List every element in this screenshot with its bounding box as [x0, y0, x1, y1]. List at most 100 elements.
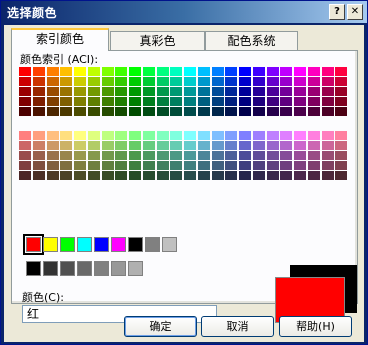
aci-color-cell[interactable] — [335, 87, 348, 96]
aci-color-cell[interactable] — [280, 107, 293, 116]
aci-color-cell[interactable] — [252, 97, 265, 106]
aci-color-cell[interactable] — [294, 87, 306, 96]
aci-color-cell[interactable] — [266, 171, 279, 180]
aci-color-cell[interactable] — [129, 77, 141, 86]
aci-color-cell[interactable] — [280, 67, 293, 76]
aci-color-cell[interactable] — [335, 151, 348, 160]
standard-color-cell[interactable] — [145, 237, 160, 252]
aci-color-cell[interactable] — [74, 77, 86, 86]
aci-color-cell[interactable] — [197, 131, 210, 140]
aci-color-cell[interactable] — [115, 97, 128, 106]
ok-button[interactable]: 确定 — [124, 316, 197, 337]
aci-color-cell[interactable] — [60, 131, 73, 140]
aci-color-cell[interactable] — [321, 107, 334, 116]
aci-color-cell[interactable] — [211, 77, 224, 86]
standard-color-cell[interactable] — [43, 237, 58, 252]
aci-color-cell[interactable] — [239, 87, 251, 96]
aci-color-cell[interactable] — [266, 107, 279, 116]
aci-color-cell[interactable] — [19, 97, 31, 106]
aci-color-cell[interactable] — [156, 161, 169, 170]
aci-color-cell[interactable] — [266, 77, 279, 86]
aci-color-cell[interactable] — [170, 87, 183, 96]
aci-color-cell[interactable] — [307, 87, 320, 96]
aci-color-cell[interactable] — [142, 151, 155, 160]
aci-color-cell[interactable] — [46, 67, 59, 76]
aci-color-cell[interactable] — [19, 131, 31, 140]
aci-color-cell[interactable] — [129, 161, 141, 170]
aci-color-cell[interactable] — [294, 131, 306, 140]
aci-color-cell[interactable] — [239, 77, 251, 86]
aci-color-cell[interactable] — [101, 161, 114, 170]
aci-color-cell[interactable] — [280, 77, 293, 86]
aci-color-cell[interactable] — [335, 141, 348, 150]
aci-color-cell[interactable] — [156, 141, 169, 150]
aci-color-cell[interactable] — [184, 151, 196, 160]
aci-color-cell[interactable] — [142, 161, 155, 170]
aci-color-cell[interactable] — [19, 107, 31, 116]
aci-color-cell[interactable] — [115, 171, 128, 180]
aci-color-cell[interactable] — [307, 97, 320, 106]
aci-color-cell[interactable] — [129, 141, 141, 150]
aci-color-cell[interactable] — [266, 151, 279, 160]
aci-color-cell[interactable] — [101, 87, 114, 96]
aci-color-cell[interactable] — [294, 141, 306, 150]
aci-color-cell[interactable] — [280, 151, 293, 160]
aci-color-cell[interactable] — [252, 77, 265, 86]
aci-color-cell[interactable] — [211, 151, 224, 160]
aci-color-cell[interactable] — [321, 87, 334, 96]
aci-color-cell[interactable] — [74, 107, 86, 116]
aci-color-cell[interactable] — [46, 97, 59, 106]
aci-color-cell[interactable] — [239, 97, 251, 106]
gray-color-cell[interactable] — [94, 261, 109, 276]
aci-color-cell[interactable] — [60, 107, 73, 116]
aci-color-cell[interactable] — [19, 151, 31, 160]
aci-color-cell[interactable] — [142, 141, 155, 150]
aci-color-cell[interactable] — [252, 161, 265, 170]
aci-color-cell[interactable] — [197, 77, 210, 86]
title-bar[interactable]: 选择颜色 ? ✕ — [1, 1, 367, 23]
aci-color-cell[interactable] — [197, 151, 210, 160]
aci-color-cell[interactable] — [225, 141, 238, 150]
aci-color-cell[interactable] — [115, 77, 128, 86]
aci-color-cell[interactable] — [60, 97, 73, 106]
aci-color-cell[interactable] — [321, 141, 334, 150]
aci-color-cell[interactable] — [170, 97, 183, 106]
aci-color-cell[interactable] — [60, 77, 73, 86]
aci-color-cell[interactable] — [321, 131, 334, 140]
aci-color-cell[interactable] — [225, 161, 238, 170]
aci-color-cell[interactable] — [266, 67, 279, 76]
aci-color-cell[interactable] — [280, 131, 293, 140]
aci-color-cell[interactable] — [87, 171, 100, 180]
aci-color-cell[interactable] — [307, 77, 320, 86]
aci-color-cell[interactable] — [115, 87, 128, 96]
aci-color-cell[interactable] — [252, 131, 265, 140]
aci-color-cell[interactable] — [87, 151, 100, 160]
aci-color-cell[interactable] — [87, 107, 100, 116]
aci-color-cell[interactable] — [19, 171, 31, 180]
aci-color-cell[interactable] — [60, 87, 73, 96]
aci-color-cell[interactable] — [156, 67, 169, 76]
aci-color-cell[interactable] — [184, 161, 196, 170]
aci-color-cell[interactable] — [321, 151, 334, 160]
aci-color-cell[interactable] — [280, 171, 293, 180]
aci-color-cell[interactable] — [60, 161, 73, 170]
aci-color-cell[interactable] — [280, 161, 293, 170]
aci-color-cell[interactable] — [170, 171, 183, 180]
aci-color-cell[interactable] — [19, 141, 31, 150]
aci-color-cell[interactable] — [239, 151, 251, 160]
aci-color-cell[interactable] — [294, 97, 306, 106]
aci-color-cell[interactable] — [32, 171, 45, 180]
aci-color-cell[interactable] — [252, 67, 265, 76]
aci-color-cell[interactable] — [115, 141, 128, 150]
aci-color-cell[interactable] — [101, 171, 114, 180]
aci-color-cell[interactable] — [197, 97, 210, 106]
aci-color-cell[interactable] — [307, 67, 320, 76]
cancel-button[interactable]: 取消 — [201, 316, 274, 337]
aci-color-cell[interactable] — [74, 131, 86, 140]
aci-color-cell[interactable] — [115, 161, 128, 170]
aci-color-cell[interactable] — [252, 107, 265, 116]
aci-color-cell[interactable] — [129, 87, 141, 96]
aci-color-cell[interactable] — [101, 141, 114, 150]
aci-color-cell[interactable] — [115, 131, 128, 140]
aci-color-cell[interactable] — [170, 67, 183, 76]
